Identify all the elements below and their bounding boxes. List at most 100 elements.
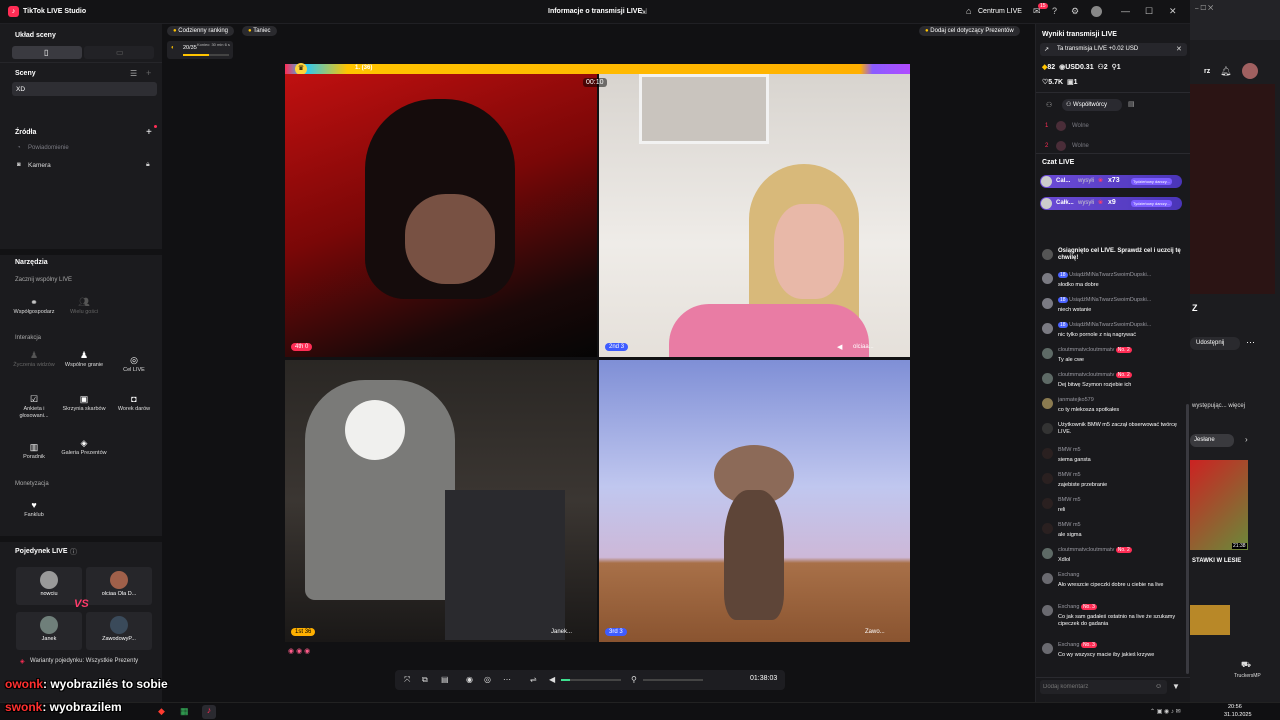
close-icon[interactable]: ✕ [1169, 6, 1177, 17]
help-icon[interactable]: ? [1052, 6, 1057, 16]
comment-input[interactable] [1040, 680, 1167, 694]
avatar[interactable] [1091, 6, 1102, 17]
info-icon[interactable]: ⓘ [70, 547, 77, 557]
chat-scrollbar[interactable] [1186, 404, 1189, 674]
daily-ranking-pill[interactable]: ● Codzienny ranking [167, 26, 234, 36]
scene-item[interactable]: XD [12, 82, 157, 96]
mute-icon[interactable]: ◀ [837, 343, 842, 351]
tool-chest[interactable]: ▣ Skrzynia skarbów [60, 395, 108, 413]
volume-slider[interactable] [561, 679, 621, 681]
chat-user[interactable]: BMW m5 [1058, 472, 1186, 478]
chat-user[interactable]: Exchang [1058, 604, 1079, 610]
description-more[interactable]: występując... więcej [1192, 403, 1245, 409]
share-button[interactable]: Udostępnij [1190, 337, 1240, 350]
chat-user[interactable]: BMW m5 [1058, 447, 1186, 453]
add-gift-goal-pill[interactable]: ● Dodaj cel dotyczący Prezentów [919, 26, 1020, 36]
share-icon[interactable]: ⇲ [640, 7, 647, 16]
more-icon[interactable]: ⋯ [503, 675, 511, 684]
bell-icon[interactable]: 🔔︎ [1220, 66, 1231, 77]
tool-multiguest[interactable]: 👥︎ Wielu gości [60, 298, 108, 316]
live-info-title[interactable]: Informacje o transmisji LIVE [548, 8, 642, 15]
close-banner-icon[interactable]: ✕ [1176, 45, 1182, 53]
tool-poll[interactable]: ☑ Ankieta i głosowani... [10, 395, 58, 420]
source-notification[interactable]: Powiadomienie [28, 145, 69, 151]
chip-tab[interactable]: Jesłane [1190, 434, 1234, 447]
lock-icon[interactable]: 🔒︎ [146, 161, 150, 169]
chat-user[interactable]: UsiądźMiNaTwarzSwoimDupski... [1069, 322, 1151, 328]
browser-tabs-icon[interactable]: ⎯ ☐ ✕ [1195, 5, 1213, 13]
gift-banner-1[interactable]: Cal... wysyłi ❀ x73 Tydzieńowy darczy... [1040, 175, 1182, 188]
chat-user[interactable]: Exchang [1058, 642, 1079, 648]
tool-bag[interactable]: ◘ Worek darów [110, 395, 158, 413]
layout-vertical-button[interactable]: ▯ [12, 46, 82, 59]
list-icon[interactable]: ☰ [130, 69, 137, 78]
tool-wishes[interactable]: ♟ Życzenia widzów [10, 351, 58, 369]
collab-tab[interactable]: ⚇ Współtwórcy [1062, 99, 1122, 111]
duel-player-1[interactable]: nowciu [16, 567, 82, 605]
centrum-live-button[interactable]: Centrum LIVE [978, 8, 1022, 15]
video-thumbnail[interactable] [1190, 460, 1248, 550]
video-player[interactable] [1190, 84, 1275, 294]
maximize-icon[interactable]: ☐ [1145, 6, 1153, 17]
app-icon[interactable]: ▦ [180, 706, 189, 717]
tiktok-taskbar-icon[interactable]: ♪ [202, 705, 216, 719]
chevron-right-icon[interactable]: › [1245, 435, 1248, 444]
add-scene-icon[interactable]: + [146, 68, 151, 78]
duel-player-2[interactable]: olciaa Ola D... [86, 567, 152, 605]
mic-icon[interactable]: ⚲ [631, 675, 637, 684]
tool-guide[interactable]: ▥ Poradnik [10, 443, 58, 461]
replay-icon[interactable]: ◎ [484, 675, 491, 684]
video-tile-2[interactable]: 2nd 3 olciaa... ◀ [599, 74, 910, 357]
settings-icon[interactable]: ⚙ [1071, 6, 1079, 17]
magic-icon[interactable]: ⤧ [404, 675, 410, 685]
chat-user[interactable]: cloutmmatvcloutmmatv [1058, 372, 1114, 378]
chat-user[interactable]: janmatejko579 [1058, 397, 1186, 403]
record-icon[interactable]: ◉ [466, 675, 473, 684]
filter-icon[interactable]: ▼ [1172, 682, 1180, 691]
chat-user[interactable]: Exchang [1058, 572, 1186, 578]
mic-slider[interactable] [643, 679, 703, 681]
tool-live-goal[interactable]: ◎ Cel LIVE [110, 356, 158, 374]
gift-chip-icon[interactable]: ◉ [304, 648, 310, 655]
tool-fanclub[interactable]: ♥ Fanklub [10, 501, 58, 519]
emoji-icon[interactable]: ☺ [1155, 683, 1162, 690]
avatar[interactable] [1242, 63, 1258, 79]
source-camera[interactable]: Kamera [28, 162, 51, 169]
chat-user[interactable]: UsiądźMiNaTwarzSwoimDupski... [1069, 297, 1151, 303]
tool-cohost[interactable]: ⚭ Współgospodarz [10, 298, 58, 316]
minimize-icon[interactable]: — [1121, 6, 1130, 16]
add-source-icon[interactable]: + [146, 127, 152, 138]
chat-user[interactable]: UsiądźMiNaTwarzSwoimDupski... [1069, 272, 1151, 278]
video-tile-3[interactable]: 1st 36 Janek... [285, 360, 597, 642]
layers-icon[interactable]: ⧉ [422, 675, 428, 685]
video-tile-4[interactable]: 3rd 3 Zawo... [599, 360, 910, 642]
chat-user[interactable]: BMW m5 [1058, 497, 1186, 503]
layout-horizontal-button[interactable]: ▭ [84, 46, 154, 59]
list-icon[interactable]: ▤ [1128, 100, 1135, 108]
gift-banner-2[interactable]: Całk... wysyłi ❀ x9 Tydzieńowy darczy... [1040, 197, 1182, 210]
duel-player-3[interactable]: Janek [16, 612, 82, 650]
mini-goal-widget[interactable]: ◐ 20/35 Koniec: 30 min 6 s [167, 41, 233, 59]
duel-player-4[interactable]: ZawodowyP... [86, 612, 152, 650]
chat-user[interactable]: BMW m5 [1058, 522, 1186, 528]
tool-gift-gallery[interactable]: ◈ Galeria Prezentów [60, 439, 108, 457]
video-caption[interactable]: STAWKI W LESIE [1192, 558, 1241, 564]
truckersmp-icon[interactable]: ⛟ [1241, 660, 1251, 670]
mixer-icon[interactable]: ⇌ [530, 675, 537, 684]
tray-icons[interactable]: ⌃ ▣ ◉ ♪ ✉ [1150, 708, 1181, 715]
screen-icon[interactable]: ▤ [441, 675, 449, 684]
speaker-icon[interactable]: ◀ [549, 675, 555, 684]
more-icon[interactable]: ⋯ [1246, 337, 1255, 348]
chat-user[interactable]: cloutmmatvcloutmmatv [1058, 347, 1114, 353]
duel-variants[interactable]: Warianty pojedynku: Wszystkie Prezenty [30, 658, 138, 664]
chat-user[interactable]: cloutmmatvcloutmmatv [1058, 547, 1114, 553]
tool-coplay[interactable]: ♟ Wspólne granie [60, 351, 108, 369]
brave-icon[interactable]: ◆ [158, 706, 165, 717]
gift-chip-icon[interactable]: ◉ [288, 648, 296, 655]
home-icon[interactable]: ⌂ [966, 6, 971, 16]
video-tile-1[interactable]: 4th 0 [285, 74, 597, 357]
dance-pill[interactable]: ● Taniec [242, 26, 277, 36]
gift-chip-icon[interactable]: ◉ [296, 648, 304, 655]
video-thumbnail[interactable] [1190, 605, 1230, 635]
add-user-icon[interactable]: ⚇ [1046, 101, 1052, 109]
